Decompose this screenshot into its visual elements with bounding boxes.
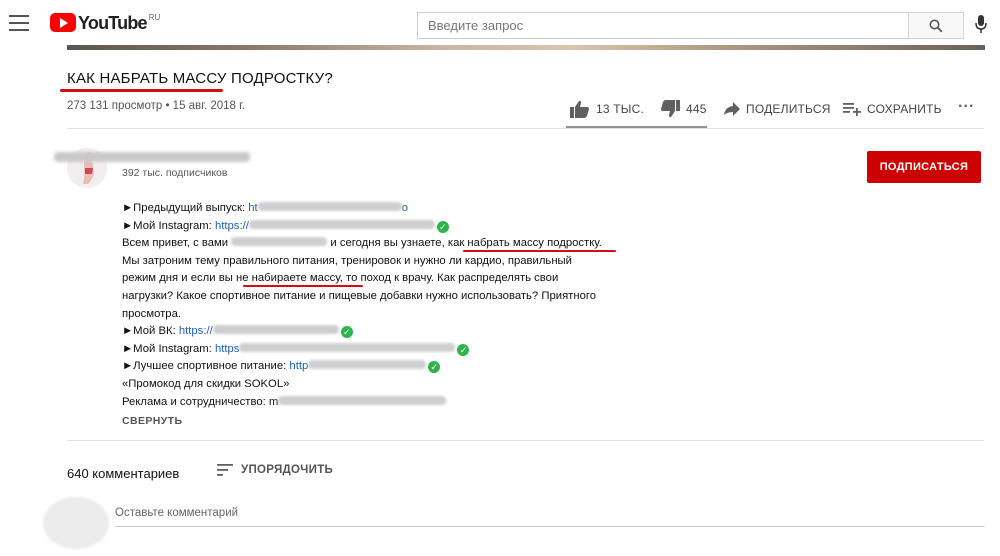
playlist-add-icon [843, 103, 861, 116]
verified-check-icon: ✓ [340, 326, 353, 339]
sort-comments-button[interactable]: УПОРЯДОЧИТЬ [217, 464, 333, 476]
logo-text: YouTube [78, 13, 148, 33]
verified-check-icon: ✓ [436, 220, 449, 233]
video-actions: 13 ТЫС. 445 ПОДЕЛИТЬСЯ СОХРАНИТЬ ··· [0, 98, 1000, 120]
phrase-underline-annotation [243, 285, 363, 287]
desc-line-vk: ►Мой ВК: https://✓ [122, 323, 662, 341]
search-button[interactable] [908, 12, 964, 39]
collapse-description-button[interactable]: СВЕРНУТЬ [122, 415, 182, 427]
instagram-link[interactable]: https:// [215, 219, 435, 232]
desc-line-promo: «Промокод для скидки SOKOL» [122, 377, 290, 390]
divider [67, 128, 984, 129]
desc-line-4: Мы затроним тему правильного питания, тр… [122, 254, 572, 267]
save-button[interactable]: СОХРАНИТЬ [843, 98, 942, 120]
comments-count: 640 комментариев [67, 466, 180, 481]
phrase-underline-annotation [463, 250, 616, 252]
sort-label: УПОРЯДОЧИТЬ [241, 464, 334, 476]
microphone-icon [975, 15, 987, 33]
dislike-count: 445 [686, 102, 707, 116]
save-label: СОХРАНИТЬ [867, 102, 942, 116]
microphone-button[interactable] [974, 14, 994, 36]
desc-line-6: нагрузки? Какое спортивное питание и пищ… [122, 289, 597, 302]
desc-line-5: режим дня и если вы не набираете массу, … [122, 272, 559, 285]
search-input[interactable]: Введите запрос [417, 12, 909, 39]
dislike-button[interactable]: 445 [660, 98, 707, 120]
subscribe-button[interactable]: ПОДПИСАТЬСЯ [867, 151, 981, 183]
share-label: ПОДЕЛИТЬСЯ [746, 102, 831, 116]
desc-line-7: просмотра. [122, 307, 182, 320]
desc-line-sport-nutrition: ►Лучшее спортивное питание: http ✓ [122, 358, 662, 376]
more-icon: ··· [958, 98, 975, 115]
instagram-link-2[interactable]: https [215, 342, 456, 355]
video-description: ►Предыдущий выпуск: ht o ►Мой Instagram: … [122, 200, 662, 411]
menu-icon[interactable] [9, 15, 29, 31]
like-button[interactable]: 13 ТЫС. [570, 98, 644, 120]
verified-check-icon: ✓ [428, 361, 441, 374]
play-logo-icon [50, 13, 76, 32]
channel-name-redacted[interactable] [54, 152, 250, 162]
divider [67, 440, 984, 441]
desc-line-previous-episode: ►Предыдущий выпуск: ht o [122, 202, 408, 214]
desc-line-advertising: Реклама и сотрудничество: m [122, 394, 662, 412]
verified-check-icon: ✓ [457, 343, 470, 356]
title-underline-annotation [60, 89, 223, 92]
like-count: 13 ТЫС. [596, 102, 645, 116]
more-actions-button[interactable]: ··· [958, 96, 975, 118]
thumbs-up-icon [570, 100, 589, 118]
search-icon [929, 19, 943, 32]
thumbs-down-icon [661, 100, 680, 118]
subscriber-count: 392 тыс. подписчиков [122, 167, 228, 179]
top-bar: YouTube RU Введите запрос [0, 0, 1000, 50]
video-title: КАК НАБРАТЬ МАССУ ПОДРОСТКУ? [67, 70, 333, 87]
share-button[interactable]: ПОДЕЛИТЬСЯ [724, 98, 831, 120]
desc-line-instagram-2: ►Мой Instagram: https ✓ [122, 341, 662, 359]
youtube-logo[interactable]: YouTube RU [50, 13, 160, 35]
logo-region: RU [148, 13, 161, 22]
previous-episode-link[interactable]: ht o [248, 202, 408, 214]
highlighted-phrase-not-gaining: не набираете массу [235, 272, 340, 285]
user-avatar [43, 497, 109, 549]
video-player-edge[interactable] [67, 45, 985, 50]
sort-icon [217, 464, 233, 476]
desc-line-instagram: ►Мой Instagram: https://✓ [122, 218, 662, 236]
sport-nutrition-link[interactable]: http [289, 360, 427, 372]
comment-input[interactable]: Оставьте комментарий [115, 507, 985, 527]
share-icon [724, 102, 740, 116]
highlighted-phrase-gain-mass: как набрать массу подростку [447, 237, 599, 250]
vk-link[interactable]: https:// [179, 325, 339, 337]
